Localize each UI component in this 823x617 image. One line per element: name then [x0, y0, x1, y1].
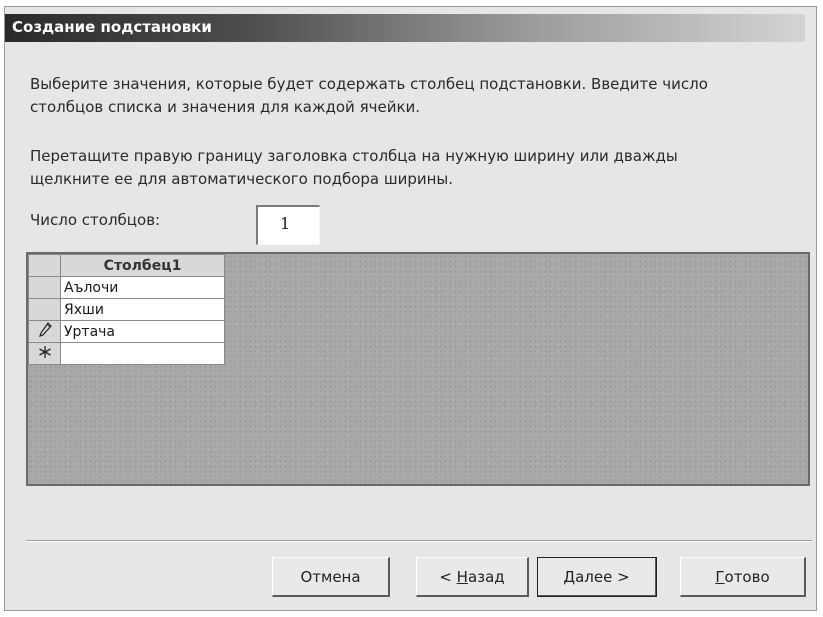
title-bar: Создание подстановки	[5, 14, 805, 42]
back-button-prefix: <	[439, 567, 457, 586]
back-button-hotkey: Н	[456, 567, 468, 586]
grid-cell[interactable]: Уртача	[60, 320, 225, 343]
finish-button[interactable]: Готово	[680, 557, 806, 597]
next-button[interactable]: Далее >	[537, 557, 657, 597]
grid-cell[interactable]: Яхши	[60, 298, 225, 321]
finish-button-hotkey: Г	[715, 567, 725, 586]
instruction-values-line1: Выберите значения, которые будет содержа…	[30, 75, 708, 93]
instruction-resize-line2: щелкните ее для автоматического подбора …	[30, 170, 454, 188]
grid-header-row: Столбец1	[28, 254, 225, 277]
grid-corner-cell[interactable]	[28, 254, 61, 277]
pencil-icon	[38, 321, 52, 342]
grid-row[interactable]: Уртача	[28, 320, 225, 343]
row-selector[interactable]	[28, 276, 61, 299]
column-header-stolbec1[interactable]: Столбец1	[60, 254, 225, 277]
back-button-label: азад	[467, 567, 505, 586]
grid-cell[interactable]	[60, 342, 225, 365]
columns-count-label: Число столбцов:	[30, 211, 161, 229]
grid-row[interactable]: Аълочи	[28, 276, 225, 299]
grid-cell[interactable]: Аълочи	[60, 276, 225, 299]
row-selector[interactable]	[28, 342, 61, 365]
separator-line	[26, 540, 812, 542]
window-title: Создание подстановки	[12, 18, 212, 36]
cancel-button[interactable]: Отмена	[272, 557, 390, 597]
next-button-hotkey: Д	[563, 567, 576, 586]
instruction-values-line2: столбцов списка и значения для каждой яч…	[30, 98, 421, 116]
back-button[interactable]: < Назад	[416, 557, 529, 597]
instruction-resize: Перетащите правую границу заголовка стол…	[30, 145, 790, 191]
lookup-values-grid[interactable]: Столбец1 Аълочи Яхши Уртача	[26, 252, 810, 486]
columns-count-input[interactable]: 1	[256, 205, 320, 245]
instruction-resize-line1: Перетащите правую границу заголовка стол…	[30, 147, 678, 165]
grid-table: Столбец1 Аълочи Яхши Уртача	[28, 254, 225, 365]
grid-row[interactable]: Яхши	[28, 298, 225, 321]
next-button-label: алее >	[575, 567, 630, 586]
finish-button-label: отово	[724, 567, 770, 586]
row-selector[interactable]	[28, 298, 61, 321]
row-selector[interactable]	[28, 320, 61, 343]
instruction-values: Выберите значения, которые будет содержа…	[30, 73, 790, 119]
asterisk-icon	[38, 345, 52, 363]
grid-new-row[interactable]	[28, 342, 225, 365]
